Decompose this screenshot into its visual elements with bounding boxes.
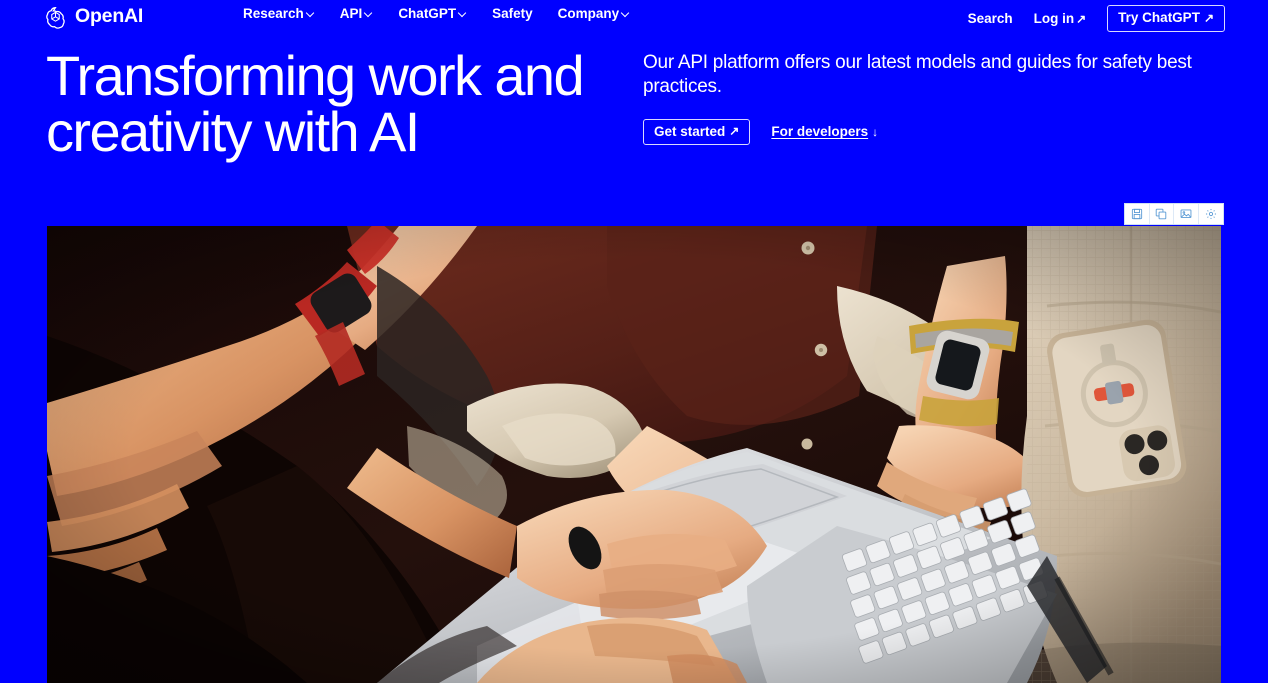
openai-logo-icon — [43, 5, 68, 30]
arrow-up-right-icon: ↗ — [1203, 10, 1214, 25]
save-icon-button[interactable] — [1125, 204, 1150, 224]
hero-description: Our API platform offers our latest model… — [643, 52, 1192, 98]
try-chatgpt-button[interactable]: Try ChatGPT ↗ — [1107, 5, 1225, 32]
hero-copy-block: Our API platform offers our latest model… — [643, 51, 1213, 146]
login-link[interactable]: Log in ↗ — [1033, 10, 1087, 26]
image-icon-button[interactable] — [1174, 204, 1199, 224]
nav-label-research: Research — [243, 6, 304, 21]
nav-item-research[interactable]: Research — [243, 7, 315, 21]
arrow-down-icon: ↓ — [872, 125, 879, 140]
get-started-button[interactable]: Get started ↗ — [643, 118, 751, 146]
chevron-down-icon — [365, 9, 373, 17]
arrow-up-right-icon: ↗ — [729, 124, 740, 139]
nav-item-chatgpt[interactable]: ChatGPT — [398, 7, 467, 21]
image-toolbar — [1124, 203, 1224, 225]
search-label: Search — [967, 10, 1013, 26]
hero-photo — [47, 226, 1221, 683]
brand-name: OpenAI — [75, 5, 144, 28]
nav-item-company[interactable]: Company — [558, 7, 631, 21]
nav-label-safety: Safety — [492, 6, 533, 21]
arrow-up-right-icon: ↗ — [1076, 11, 1087, 26]
primary-navigation: Research API ChatGPT Safety Company — [243, 7, 630, 21]
login-label: Log in — [1033, 10, 1075, 26]
nav-label-company: Company — [557, 6, 620, 21]
copy-icon-button[interactable] — [1149, 204, 1174, 224]
chevron-down-icon — [622, 9, 630, 17]
save-icon — [1131, 208, 1143, 220]
nav-label-api: API — [339, 6, 363, 21]
nav-item-safety[interactable]: Safety — [492, 7, 533, 21]
try-chatgpt-label: Try ChatGPT — [1118, 10, 1200, 25]
hero-photo-illustration — [47, 226, 1221, 683]
nav-label-chatgpt: ChatGPT — [398, 6, 457, 21]
header-actions: Search Log in ↗ Try ChatGPT ↗ — [968, 5, 1225, 32]
site-header: OpenAI Research API ChatGPT Safety Compa… — [0, 0, 1268, 34]
hero-actions: Get started ↗ For developers ↓ — [643, 118, 1213, 146]
settings-icon — [1205, 208, 1217, 220]
for-developers-label: For developers — [771, 124, 869, 140]
settings-icon-button[interactable] — [1198, 204, 1223, 224]
chevron-down-icon — [459, 9, 467, 17]
openai-homepage: OpenAI Research API ChatGPT Safety Compa… — [0, 0, 1268, 683]
nav-item-api[interactable]: API — [340, 7, 374, 21]
get-started-label: Get started — [654, 123, 726, 139]
image-icon — [1180, 208, 1192, 220]
search-link[interactable]: Search — [967, 10, 1013, 26]
brand-logo-link[interactable]: OpenAI — [43, 4, 143, 30]
copy-icon — [1155, 208, 1167, 220]
page-title: Transforming work and creativity with AI — [46, 44, 585, 163]
chevron-down-icon — [307, 9, 315, 17]
for-developers-link[interactable]: For developers ↓ — [771, 124, 878, 139]
hero-section: Transforming work and creativity with AI… — [0, 40, 1268, 210]
